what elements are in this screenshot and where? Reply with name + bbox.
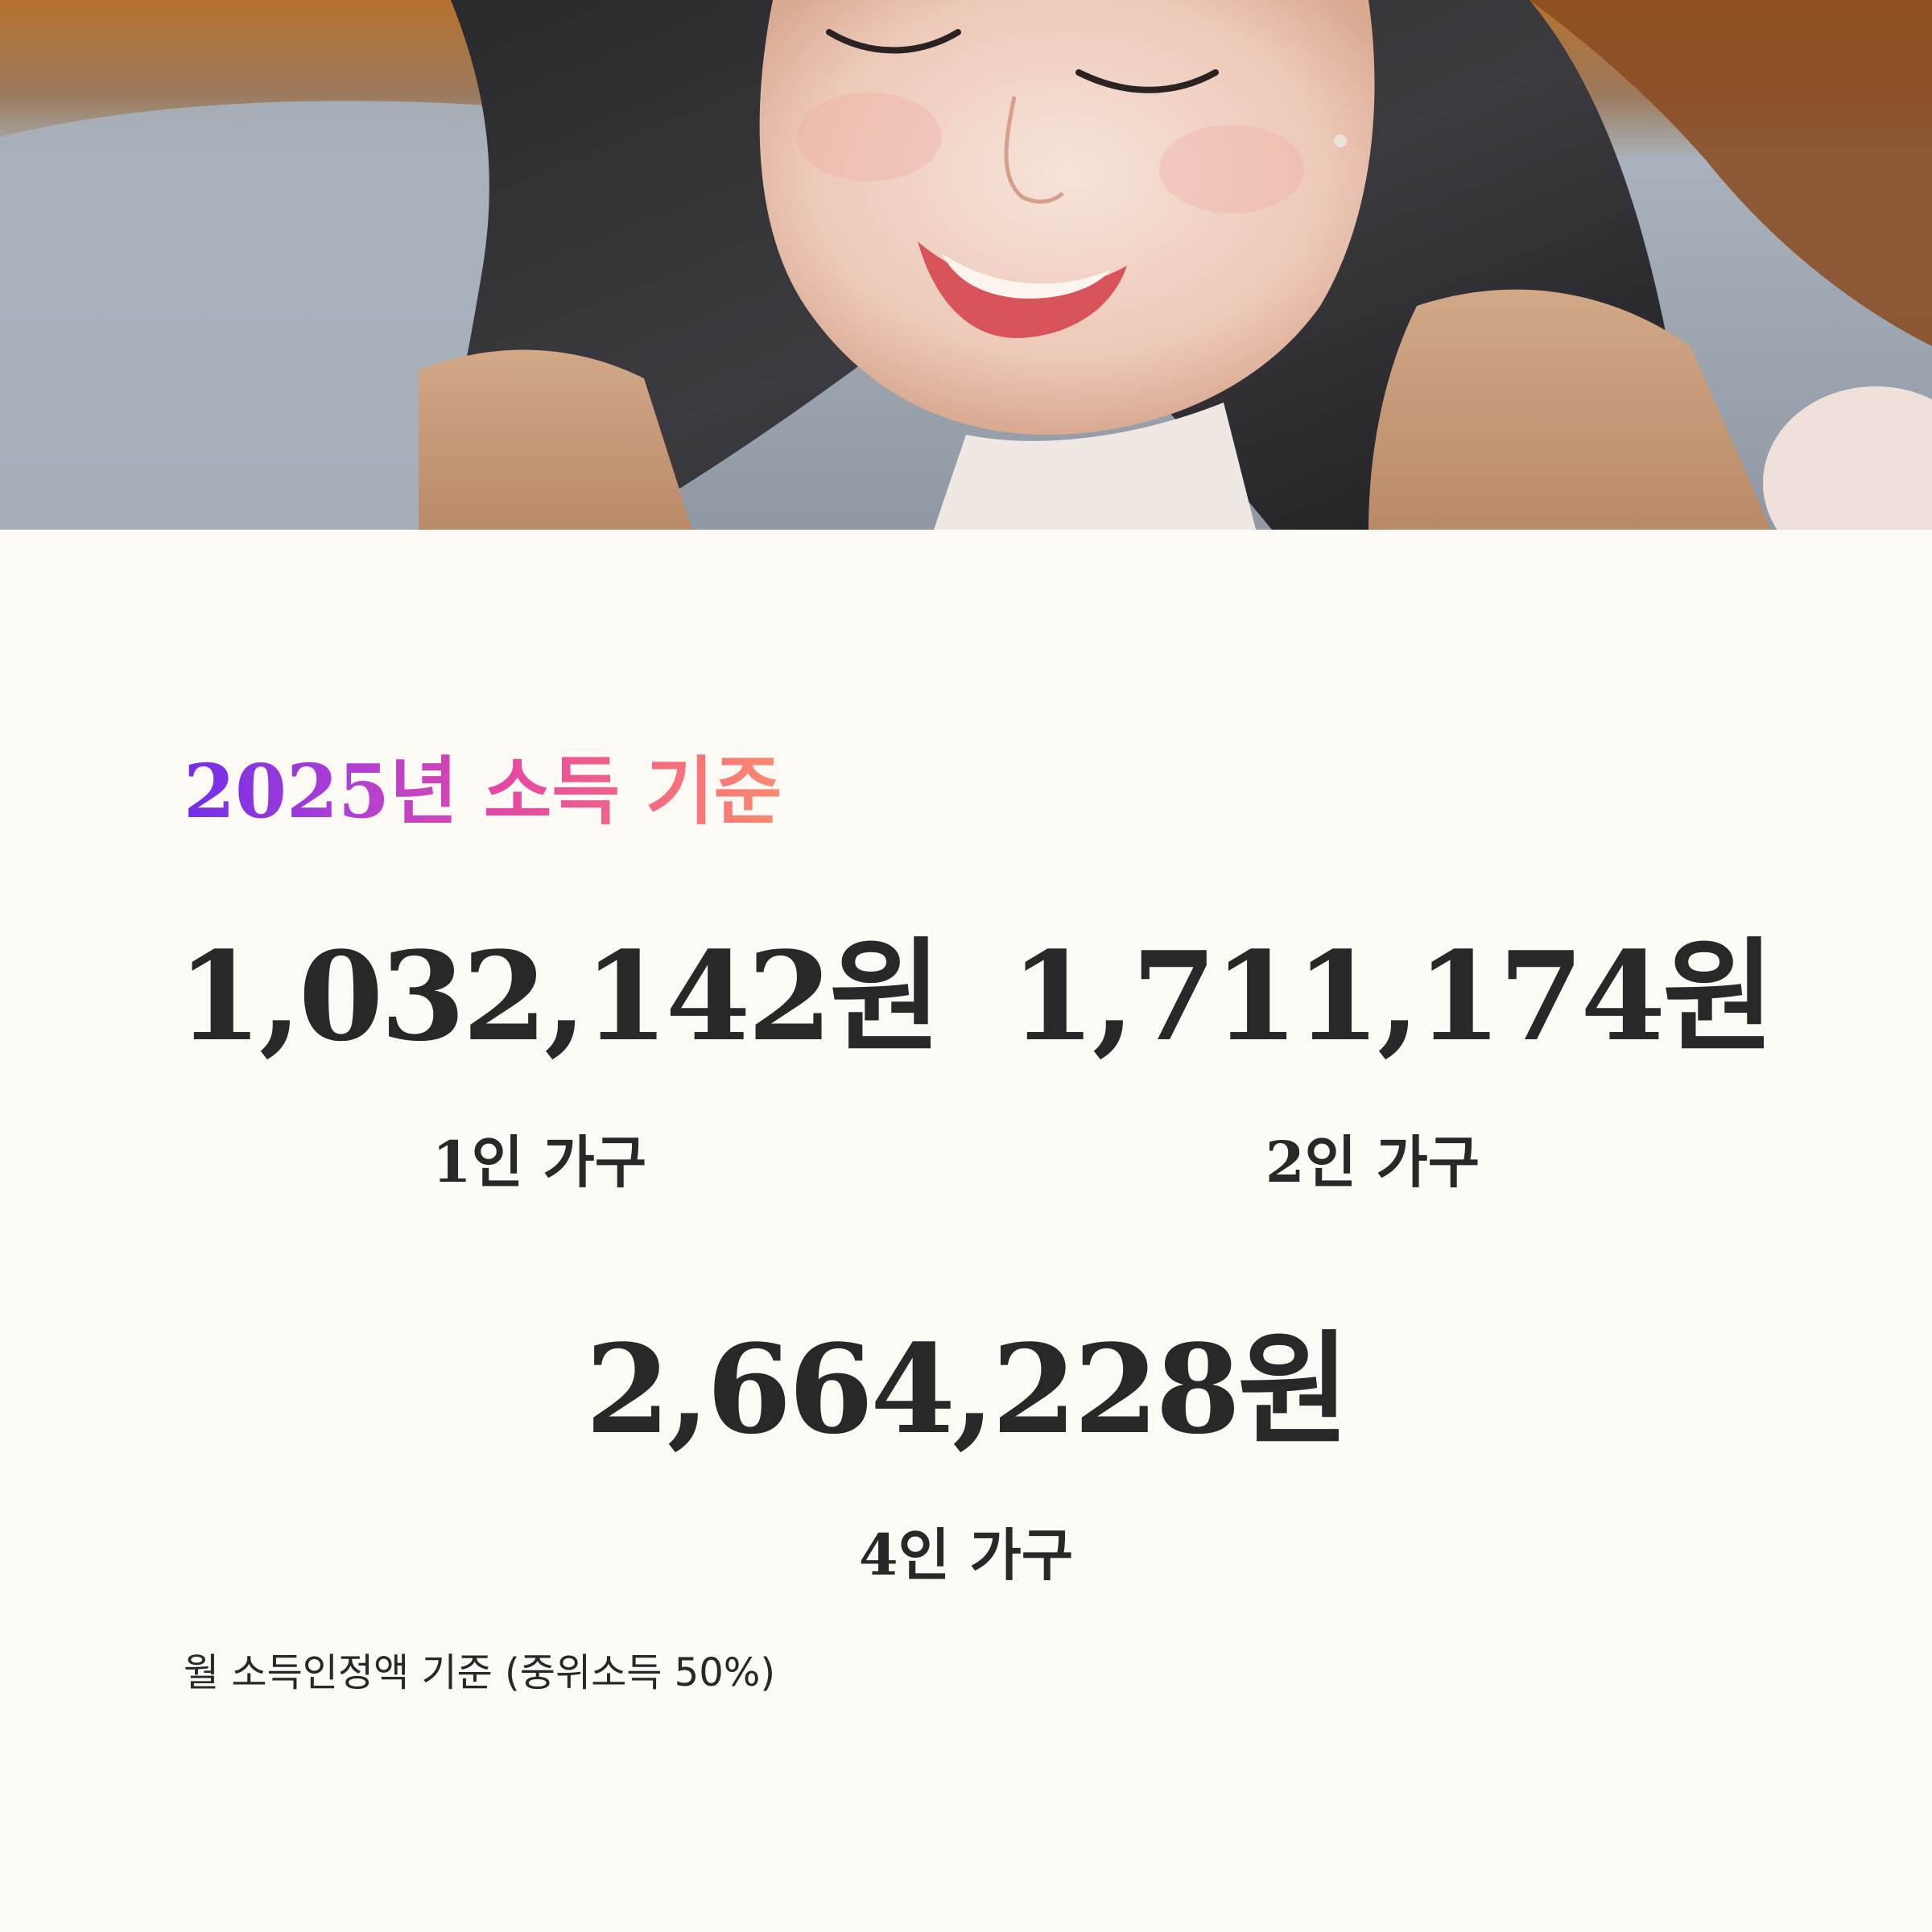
page-title: 2025년 소득 기준	[184, 748, 782, 835]
amount-4-person: 2,664,228원	[584, 1317, 1350, 1461]
info-panel: 2025년 소득 기준 1,032,142원 1인 가구 1,711,174원 …	[0, 530, 1932, 1932]
hero-photo	[0, 0, 1932, 530]
household-label-2-person: 2인 가구	[1265, 1129, 1480, 1195]
footnote: 월 소득인정액 기준 (중위소득 50%)	[184, 1650, 776, 1695]
amount-1-person: 1,032,142원	[177, 924, 942, 1068]
household-label-1-person: 1인 가구	[431, 1129, 647, 1195]
household-label-4-person: 4인 가구	[858, 1521, 1074, 1588]
amount-2-person: 1,711,174원	[1010, 924, 1775, 1068]
hero-photo-illustration	[0, 0, 1932, 530]
